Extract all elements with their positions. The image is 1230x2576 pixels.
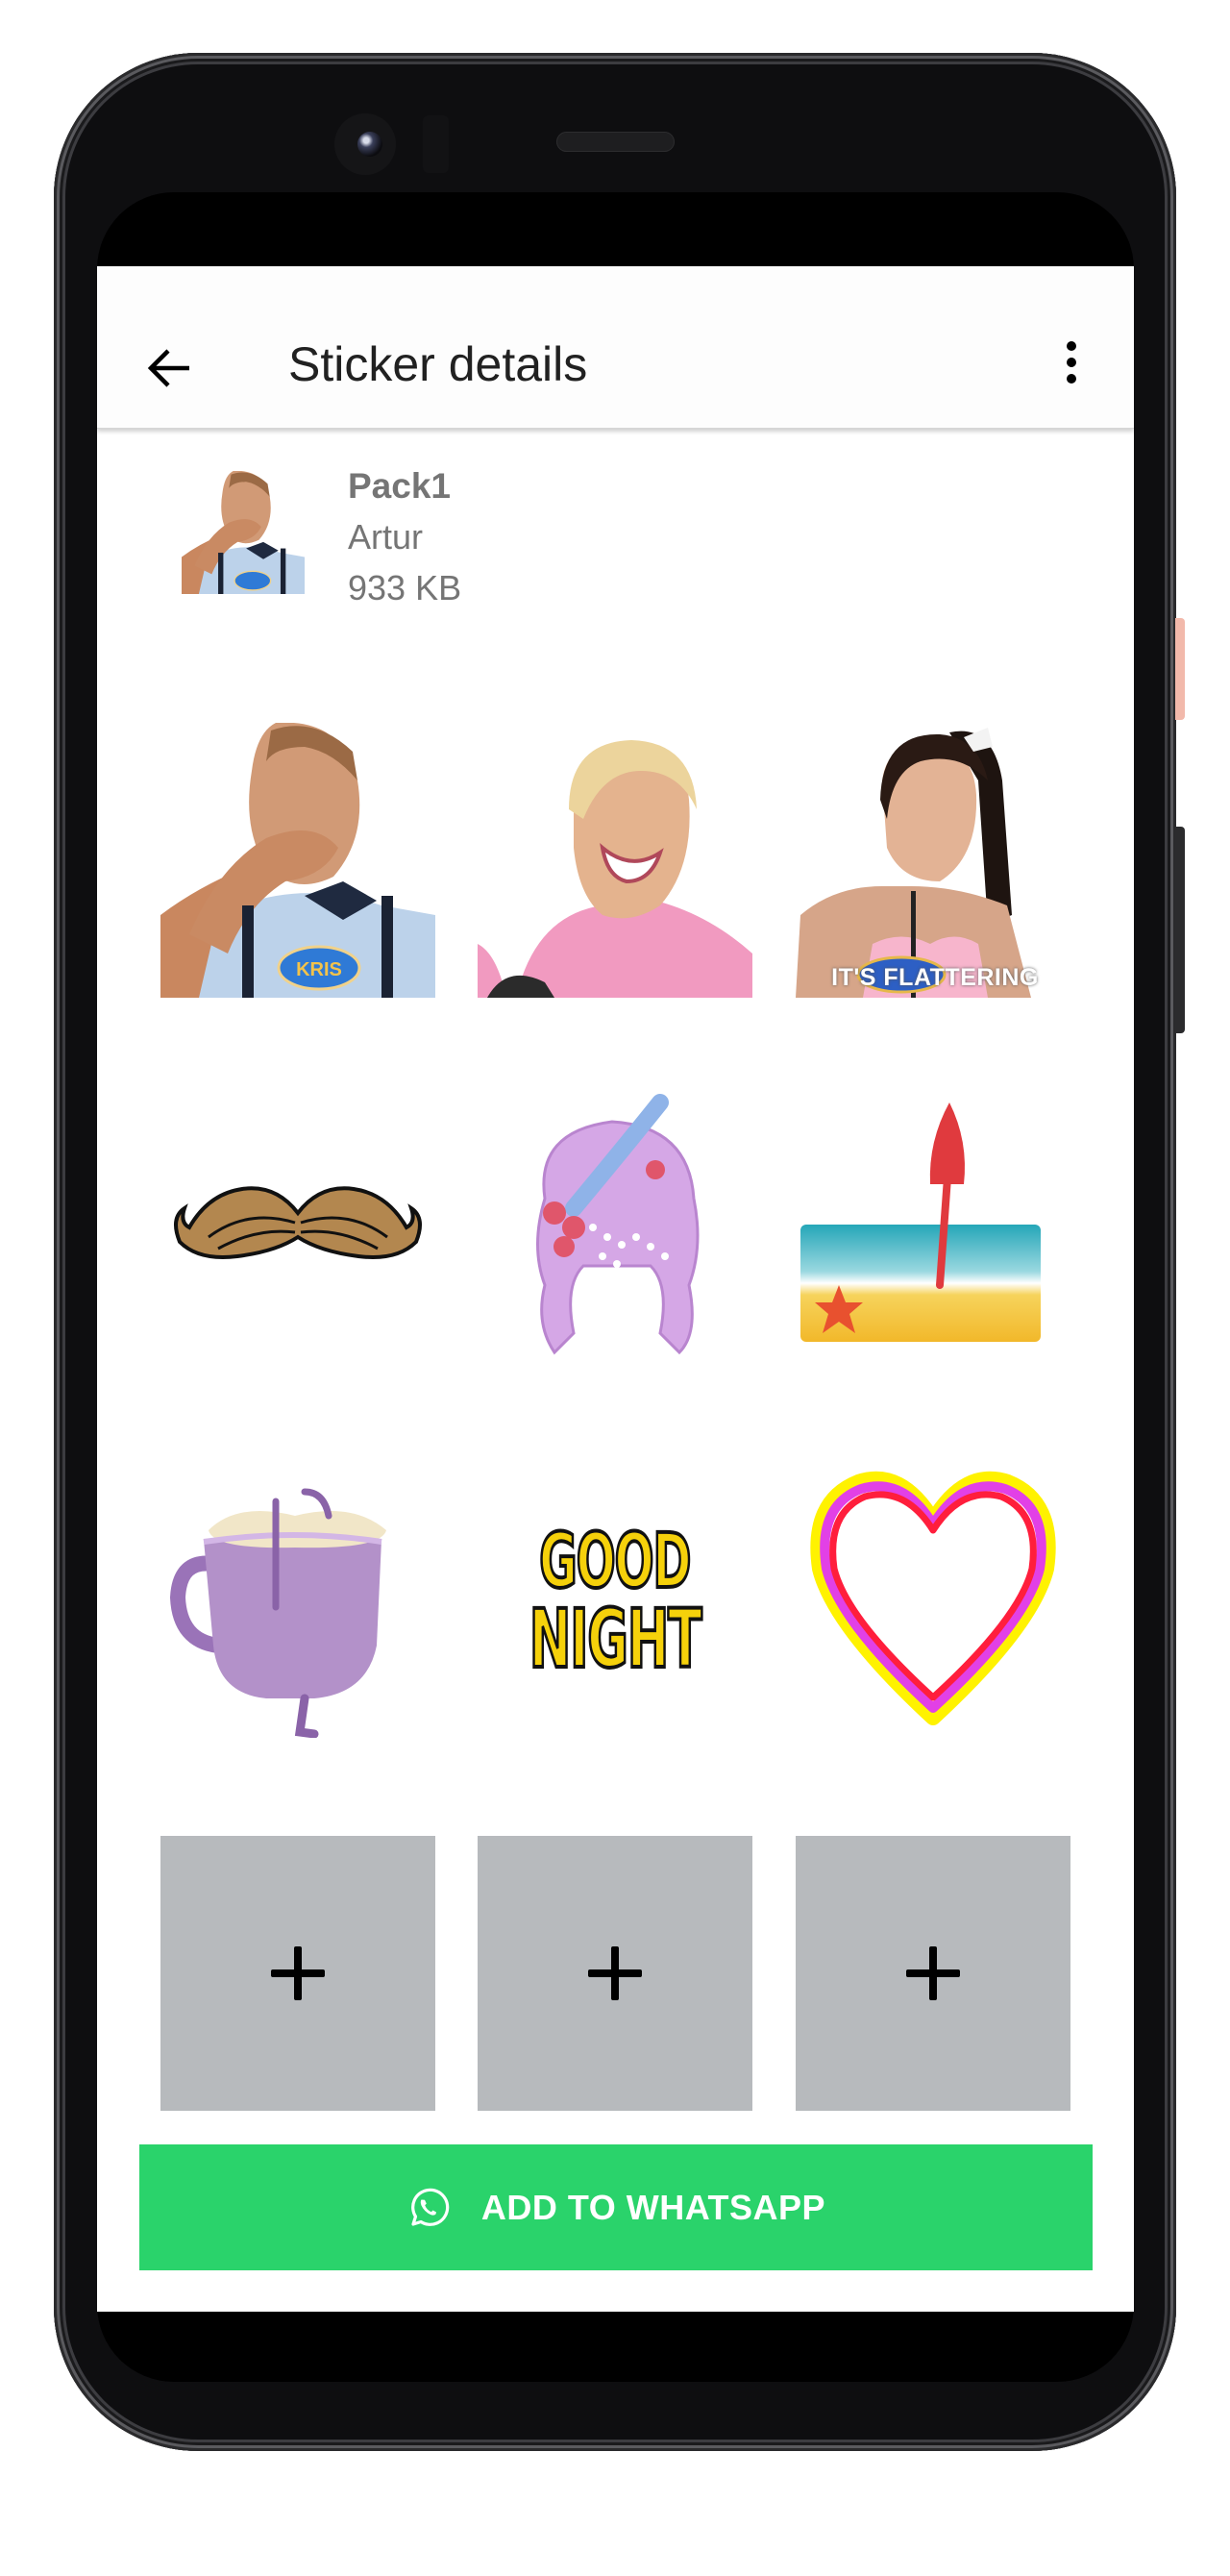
sticker-mustache[interactable] [160,1093,435,1368]
man-covering-mouth-icon: KRIS [160,722,435,998]
sticker-caption: IT'S FLATTERING [831,964,1039,991]
app-bar: Sticker details [97,266,1134,429]
cup-icon [169,1488,386,1739]
sticker-rainbow-heart[interactable] [796,1463,1070,1738]
heart-icon [810,1471,1056,1725]
woman-icon [796,728,1031,998]
proximity-sensor [423,115,449,173]
pack-name: Pack1 [348,466,451,506]
add-sticker-slot[interactable] [478,1836,752,2111]
blond-man-icon [478,740,752,998]
earpiece-speaker [556,132,675,152]
page-title: Sticker details [288,337,588,391]
sticker-its-flattering[interactable]: IT'S FLATTERING [796,723,1070,998]
add-sticker-slot[interactable] [160,1836,435,2111]
plus-icon [906,1946,960,2000]
add-to-whatsapp-button[interactable]: ADD TO WHATSAPP [139,2144,1093,2270]
camera-lens-icon [357,132,382,157]
man-covering-mouth-icon [182,470,305,594]
name-tag-text: KRIS [296,959,342,980]
pack-size: 933 KB [348,568,462,607]
good-night-line1: GOOD [538,1519,693,1605]
sticker-good-night[interactable]: GOOD NIGHT [478,1463,752,1738]
plus-icon [271,1946,325,2000]
sticker-dancing-cup[interactable] [160,1463,435,1739]
whatsapp-icon [410,2188,450,2226]
pack-publisher: Artur [348,517,424,557]
back-button[interactable] [143,345,195,391]
wig-icon [536,1094,700,1355]
add-to-whatsapp-label: ADD TO WHATSAPP [480,2187,826,2227]
power-button [1175,618,1185,720]
app-screen: Sticker details Pack1 Artur 933 KB KRIS … [97,266,1134,2312]
tray-icon [182,470,305,594]
sticker-man-covering-mouth[interactable]: KRIS [160,722,435,998]
sticker-blond-man-pink-hoodie[interactable] [478,723,752,998]
sticker-beach-umbrella[interactable] [796,1093,1070,1368]
more-options-button[interactable] [1052,334,1091,401]
arrow-left-icon [147,349,189,387]
volume-button [1175,827,1185,1033]
good-night-line2: NIGHT [528,1592,702,1686]
add-sticker-slot[interactable] [796,1836,1070,2111]
beach-icon [800,1102,1041,1342]
sticker-lilac-wig[interactable] [478,1093,752,1368]
plus-icon [588,1946,642,2000]
mustache-icon [174,1186,422,1259]
